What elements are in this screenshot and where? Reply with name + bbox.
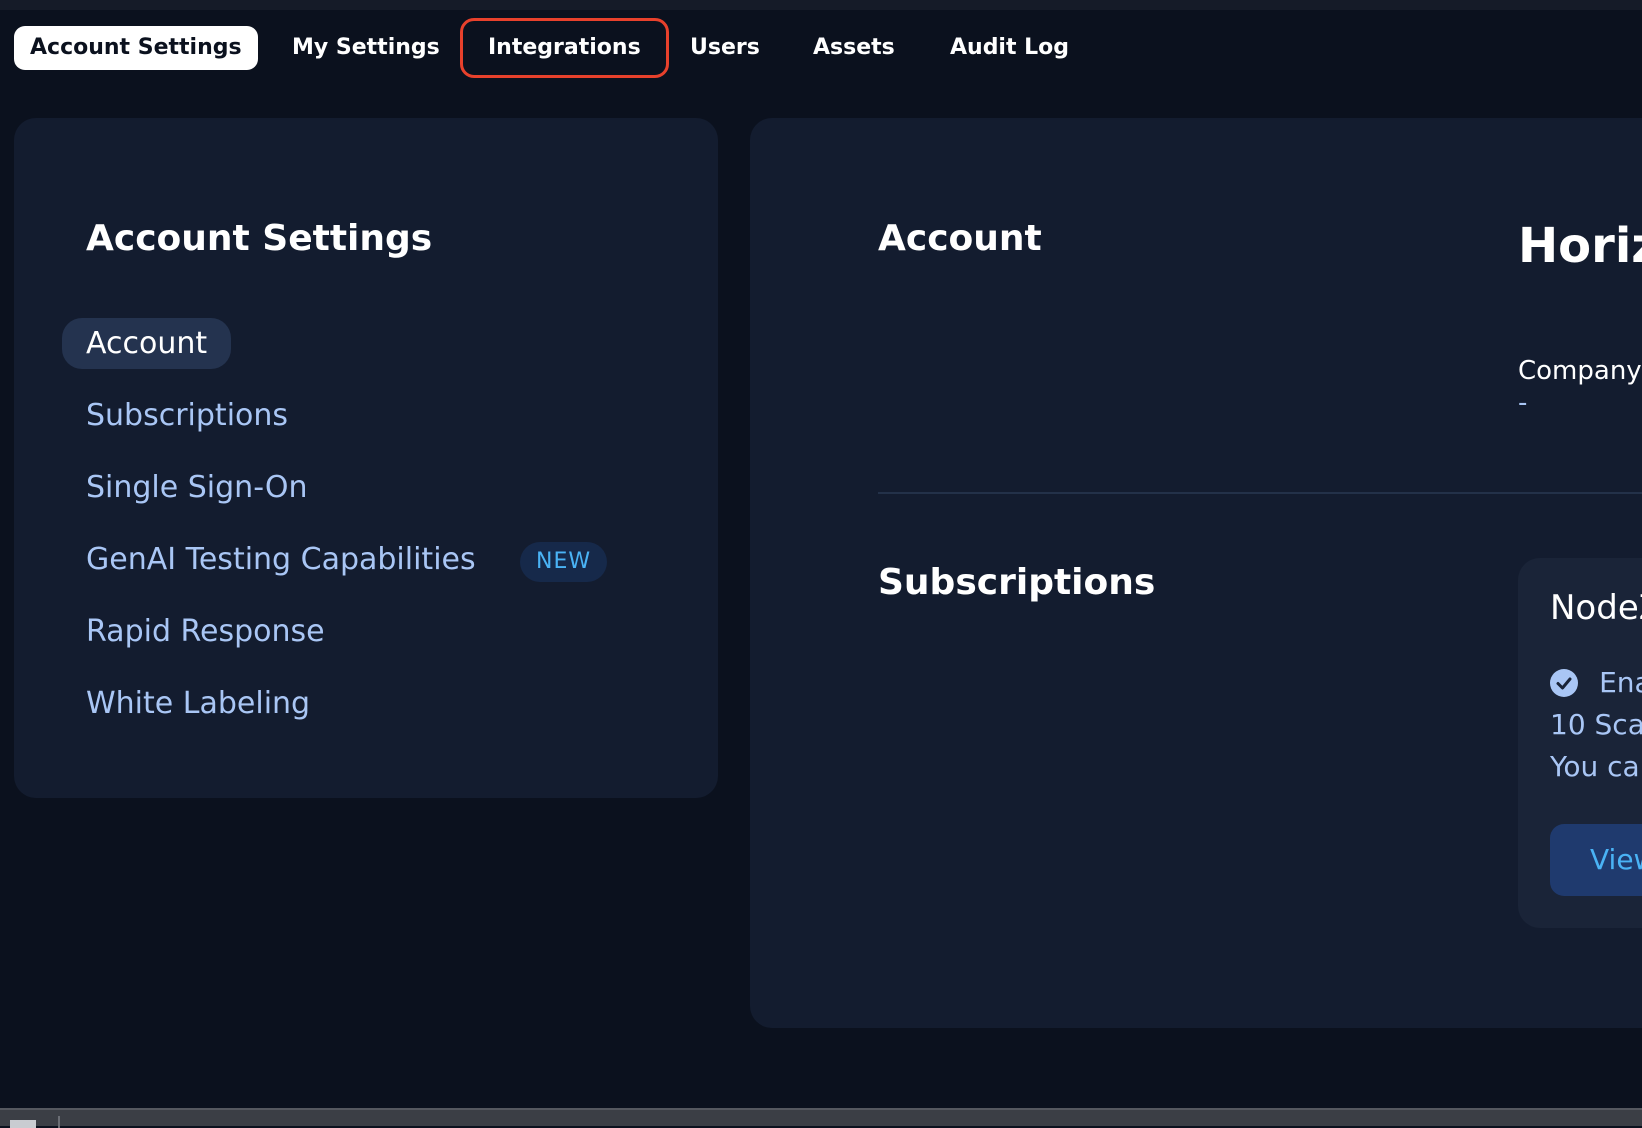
tab-integrations[interactable]: Integrations: [460, 18, 669, 78]
scan-quota-text: 10 Scan: [1550, 708, 1642, 741]
organization-name: Horiz: [1518, 218, 1642, 274]
tab-account-settings[interactable]: Account Settings: [14, 26, 258, 70]
account-section-title: Account: [878, 218, 1042, 259]
top-navigation: Account Settings My Settings Integration…: [0, 10, 1642, 86]
check-circle-icon: [1550, 668, 1578, 697]
tab-assets[interactable]: Assets: [813, 26, 895, 70]
bottom-taskbar: [0, 1108, 1642, 1128]
tab-audit-log[interactable]: Audit Log: [950, 26, 1069, 70]
plan-description-text: You can: [1550, 750, 1642, 783]
window-top-strip: [0, 0, 1642, 10]
view-button[interactable]: View: [1550, 824, 1642, 896]
taskbar-separator: [58, 1116, 60, 1128]
sidebar-item-single-sign-on[interactable]: Single Sign-On: [86, 470, 307, 505]
company-value: -: [1518, 388, 1528, 418]
plan-name: NodeZ: [1550, 588, 1642, 628]
main-content-panel: Account Horiz Company - Subscriptions No…: [750, 118, 1642, 1028]
sidebar-item-genai-testing[interactable]: GenAI Testing Capabilities: [86, 542, 476, 577]
tab-my-settings[interactable]: My Settings: [292, 26, 440, 70]
new-badge: NEW: [520, 542, 608, 582]
sidebar-title: Account Settings: [86, 218, 433, 259]
company-label: Company: [1518, 356, 1642, 386]
sidebar-item-account[interactable]: Account: [62, 318, 232, 369]
taskbar-icon[interactable]: [10, 1120, 36, 1128]
sidebar-item-rapid-response[interactable]: Rapid Response: [86, 614, 325, 649]
plan-status-text: Ena: [1599, 666, 1642, 699]
plan-status: Ena: [1550, 666, 1642, 699]
section-divider: [878, 492, 1642, 494]
subscription-card: NodeZ Ena 10 Scan You can View: [1518, 558, 1642, 928]
sidebar-item-subscriptions[interactable]: Subscriptions: [86, 398, 288, 433]
tab-users[interactable]: Users: [690, 26, 760, 70]
sidebar-item-white-labeling[interactable]: White Labeling: [86, 686, 310, 721]
subscriptions-section-title: Subscriptions: [878, 562, 1156, 603]
settings-sidebar: Account Settings Account Subscriptions S…: [14, 118, 718, 798]
